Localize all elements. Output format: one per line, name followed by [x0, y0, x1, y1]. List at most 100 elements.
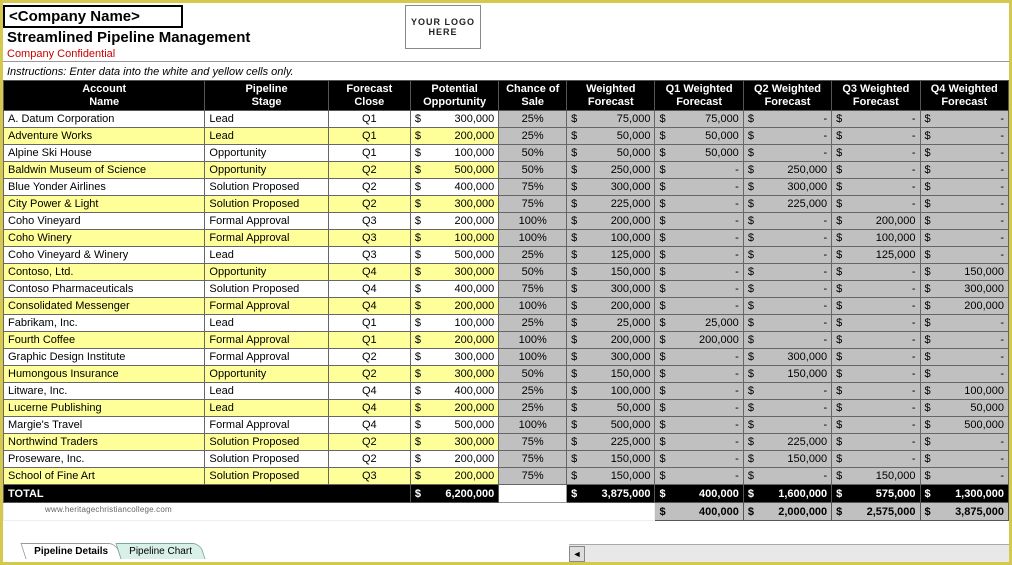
stage-cell[interactable]: Opportunity	[205, 162, 328, 179]
potential-cell[interactable]: $300,000	[410, 264, 498, 281]
account-cell[interactable]: City Power & Light	[4, 196, 205, 213]
account-cell[interactable]: Consolidated Messenger	[4, 298, 205, 315]
stage-cell[interactable]: Lead	[205, 400, 328, 417]
potential-cell[interactable]: $100,000	[410, 230, 498, 247]
company-name-cell[interactable]: <Company Name>	[3, 5, 183, 28]
potential-cell[interactable]: $200,000	[410, 451, 498, 468]
account-cell[interactable]: Blue Yonder Airlines	[4, 179, 205, 196]
account-cell[interactable]: Graphic Design Institute	[4, 349, 205, 366]
close-cell[interactable]: Q1	[328, 145, 410, 162]
account-cell[interactable]: Alpine Ski House	[4, 145, 205, 162]
potential-cell[interactable]: $200,000	[410, 298, 498, 315]
potential-cell[interactable]: $200,000	[410, 128, 498, 145]
horizontal-scrollbar[interactable]: ◄	[569, 544, 1009, 562]
close-cell[interactable]: Q4	[328, 264, 410, 281]
account-cell[interactable]: Baldwin Museum of Science	[4, 162, 205, 179]
potential-cell[interactable]: $200,000	[410, 400, 498, 417]
close-cell[interactable]: Q2	[328, 349, 410, 366]
potential-cell[interactable]: $100,000	[410, 315, 498, 332]
account-cell[interactable]: School of Fine Art	[4, 468, 205, 485]
potential-cell[interactable]: $300,000	[410, 196, 498, 213]
stage-cell[interactable]: Formal Approval	[205, 332, 328, 349]
stage-cell[interactable]: Opportunity	[205, 264, 328, 281]
potential-cell[interactable]: $300,000	[410, 366, 498, 383]
close-cell[interactable]: Q4	[328, 281, 410, 298]
stage-cell[interactable]: Formal Approval	[205, 417, 328, 434]
account-cell[interactable]: Lucerne Publishing	[4, 400, 205, 417]
close-cell[interactable]: Q1	[328, 111, 410, 128]
account-cell[interactable]: Adventure Works	[4, 128, 205, 145]
potential-cell[interactable]: $300,000	[410, 349, 498, 366]
stage-cell[interactable]: Formal Approval	[205, 213, 328, 230]
account-cell[interactable]: Margie's Travel	[4, 417, 205, 434]
stage-cell[interactable]: Solution Proposed	[205, 468, 328, 485]
account-cell[interactable]: Contoso Pharmaceuticals	[4, 281, 205, 298]
potential-cell[interactable]: $400,000	[410, 281, 498, 298]
close-cell[interactable]: Q3	[328, 468, 410, 485]
account-cell[interactable]: Coho Winery	[4, 230, 205, 247]
potential-cell[interactable]: $500,000	[410, 247, 498, 264]
close-cell[interactable]: Q4	[328, 417, 410, 434]
account-cell[interactable]: Fourth Coffee	[4, 332, 205, 349]
potential-cell[interactable]: $300,000	[410, 111, 498, 128]
stage-cell[interactable]: Lead	[205, 247, 328, 264]
close-cell[interactable]: Q1	[328, 315, 410, 332]
potential-cell[interactable]: $200,000	[410, 213, 498, 230]
close-cell[interactable]: Q1	[328, 332, 410, 349]
stage-cell[interactable]: Solution Proposed	[205, 196, 328, 213]
stage-cell[interactable]: Formal Approval	[205, 298, 328, 315]
potential-cell[interactable]: $400,000	[410, 383, 498, 400]
close-cell[interactable]: Q2	[328, 162, 410, 179]
scroll-left-icon[interactable]: ◄	[569, 546, 585, 562]
close-cell[interactable]: Q2	[328, 451, 410, 468]
weighted-cell: $150,000	[567, 264, 655, 281]
close-cell[interactable]: Q3	[328, 247, 410, 264]
total-label: TOTAL	[4, 485, 411, 503]
account-cell[interactable]: Contoso, Ltd.	[4, 264, 205, 281]
potential-cell[interactable]: $100,000	[410, 145, 498, 162]
stage-cell[interactable]: Formal Approval	[205, 230, 328, 247]
stage-cell[interactable]: Lead	[205, 128, 328, 145]
potential-cell[interactable]: $200,000	[410, 332, 498, 349]
account-cell[interactable]: A. Datum Corporation	[4, 111, 205, 128]
potential-cell[interactable]: $500,000	[410, 417, 498, 434]
spreadsheet-sheet[interactable]: <Company Name> Streamlined Pipeline Mana…	[3, 3, 1009, 540]
stage-cell[interactable]: Opportunity	[205, 145, 328, 162]
stage-cell[interactable]: Solution Proposed	[205, 179, 328, 196]
close-cell[interactable]: Q2	[328, 434, 410, 451]
tab-pipeline-chart[interactable]: Pipeline Chart	[115, 543, 205, 559]
stage-cell[interactable]: Solution Proposed	[205, 451, 328, 468]
potential-cell[interactable]: $400,000	[410, 179, 498, 196]
stage-cell[interactable]: Solution Proposed	[205, 434, 328, 451]
stage-cell[interactable]: Lead	[205, 111, 328, 128]
account-cell[interactable]: Proseware, Inc.	[4, 451, 205, 468]
potential-cell[interactable]: $300,000	[410, 434, 498, 451]
stage-cell[interactable]: Solution Proposed	[205, 281, 328, 298]
close-cell[interactable]: Q3	[328, 230, 410, 247]
weighted-cell: $150,000	[567, 366, 655, 383]
account-cell[interactable]: Fabrikam, Inc.	[4, 315, 205, 332]
tab-pipeline-details[interactable]: Pipeline Details	[20, 543, 121, 559]
close-cell[interactable]: Q2	[328, 179, 410, 196]
stage-cell[interactable]: Lead	[205, 315, 328, 332]
account-cell[interactable]: Coho Vineyard	[4, 213, 205, 230]
account-cell[interactable]: Humongous Insurance	[4, 366, 205, 383]
potential-cell[interactable]: $200,000	[410, 468, 498, 485]
account-cell[interactable]: Coho Vineyard & Winery	[4, 247, 205, 264]
potential-cell[interactable]: $500,000	[410, 162, 498, 179]
account-cell[interactable]: Northwind Traders	[4, 434, 205, 451]
stage-cell[interactable]: Formal Approval	[205, 349, 328, 366]
close-cell[interactable]: Q4	[328, 400, 410, 417]
close-cell[interactable]: Q4	[328, 298, 410, 315]
account-cell[interactable]: Litware, Inc.	[4, 383, 205, 400]
close-cell[interactable]: Q2	[328, 196, 410, 213]
weighted-cell: $250,000	[567, 162, 655, 179]
stage-cell[interactable]: Lead	[205, 383, 328, 400]
q1-cell: $-	[655, 366, 743, 383]
close-cell[interactable]: Q3	[328, 213, 410, 230]
close-cell[interactable]: Q2	[328, 366, 410, 383]
close-cell[interactable]: Q4	[328, 383, 410, 400]
stage-cell[interactable]: Opportunity	[205, 366, 328, 383]
close-cell[interactable]: Q1	[328, 128, 410, 145]
logo-placeholder[interactable]: YOUR LOGO HERE	[405, 5, 481, 49]
